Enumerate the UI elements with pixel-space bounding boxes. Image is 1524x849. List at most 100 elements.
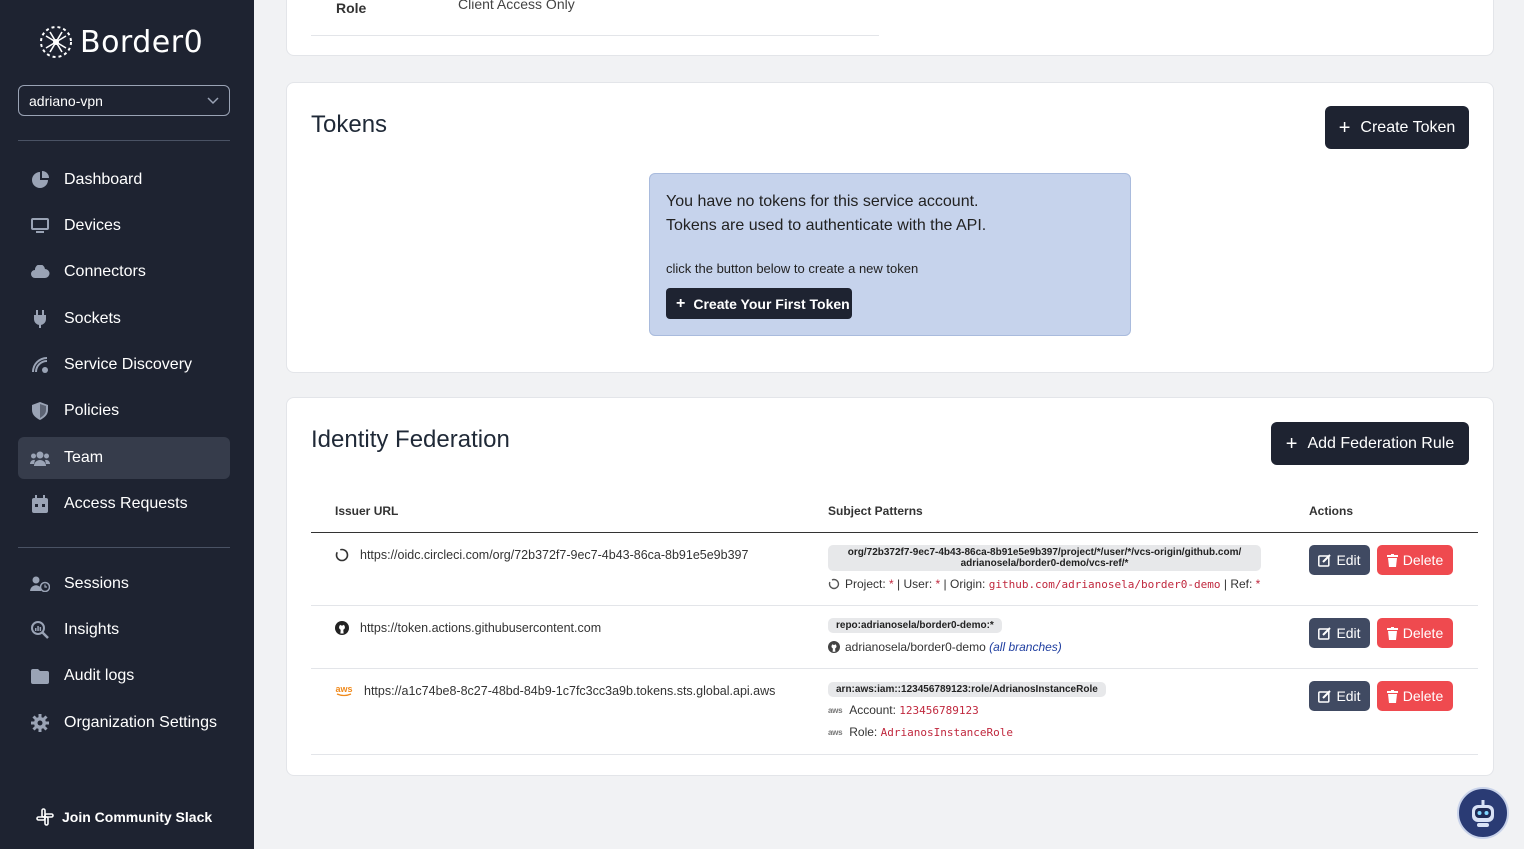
sidebar-item-label: Access Requests <box>64 495 188 512</box>
plus-icon: + <box>1285 432 1298 455</box>
sidebar-item-connectors[interactable]: Connectors <box>18 251 230 293</box>
aws-icon: aws <box>828 727 843 737</box>
aws-icon-text: aws <box>335 684 353 694</box>
edit-icon <box>1318 626 1332 640</box>
delete-button[interactable]: Delete <box>1377 618 1453 648</box>
circleci-icon <box>335 548 349 562</box>
create-token-label: Create Token <box>1360 118 1456 136</box>
delete-label: Delete <box>1402 688 1444 704</box>
account-value: 123456789123 <box>899 703 979 717</box>
table-header-divider <box>311 532 1478 533</box>
edit-label: Edit <box>1336 552 1361 568</box>
separator: | <box>897 577 901 591</box>
sidebar-item-label: Sockets <box>64 310 121 327</box>
border0-logo-icon <box>40 26 72 58</box>
delete-label: Delete <box>1402 625 1444 641</box>
sidebar-item-access-requests[interactable]: Access Requests <box>18 483 230 525</box>
aws-icon: aws <box>828 705 843 715</box>
sidebar-item-policies[interactable]: Policies <box>18 390 230 432</box>
edit-button[interactable]: Edit <box>1309 545 1370 575</box>
federation-title: Identity Federation <box>311 426 510 453</box>
repo-name: adrianosela/border0-demo <box>845 640 986 654</box>
delete-button[interactable]: Delete <box>1377 681 1453 711</box>
role-label: Role <box>336 0 367 16</box>
sidebar-item-sockets[interactable]: Sockets <box>18 298 230 340</box>
cloud-icon <box>30 262 50 282</box>
robot-icon <box>1472 800 1494 827</box>
sidebar-item-sessions[interactable]: Sessions <box>18 563 230 605</box>
radar-icon <box>30 355 50 375</box>
column-header-actions: Actions <box>1309 504 1354 518</box>
project-label: Project: <box>845 577 886 591</box>
no-tokens-message: You have no tokens for this service acco… <box>666 193 979 210</box>
subject-pattern-line: org/72b372f7-9ec7-4b43-86ca-8b91e5e9b397… <box>847 547 1242 558</box>
sidebar-item-label: Devices <box>64 217 121 234</box>
edit-button[interactable]: Edit <box>1309 618 1370 648</box>
subject-pattern-badge: arn:aws:iam::123456789123:role/AdrianosI… <box>828 682 1106 697</box>
edit-button[interactable]: Edit <box>1309 681 1370 711</box>
row-divider <box>311 754 1478 755</box>
join-slack-link[interactable]: Join Community Slack <box>36 808 212 826</box>
org-selector-value: adriano-vpn <box>29 92 103 109</box>
chatbot-launcher[interactable] <box>1457 787 1509 839</box>
add-federation-rule-button[interactable]: + Add Federation Rule <box>1271 422 1469 465</box>
trash-icon <box>1386 626 1398 640</box>
sidebar-item-organization-settings[interactable]: Organization Settings <box>18 702 230 744</box>
sidebar-item-service-discovery[interactable]: Service Discovery <box>18 344 230 386</box>
aws-icon: aws <box>335 684 353 698</box>
plus-icon: + <box>676 294 686 312</box>
column-header-issuer-url[interactable]: Issuer URL <box>335 504 398 518</box>
sidebar-item-devices[interactable]: Devices <box>18 205 230 247</box>
service-account-details-card: Role Client Access Only <box>286 0 1494 56</box>
edit-label: Edit <box>1336 688 1361 704</box>
shield-icon <box>30 401 50 421</box>
branches-link[interactable]: (all branches) <box>989 640 1062 654</box>
plus-icon: + <box>1338 116 1351 139</box>
divider <box>311 35 879 36</box>
delete-button[interactable]: Delete <box>1377 545 1453 575</box>
origin-label: Origin: <box>950 577 986 591</box>
sidebar-item-label: Team <box>64 449 104 466</box>
edit-label: Edit <box>1336 625 1361 641</box>
slack-icon <box>36 808 54 826</box>
chevron-down-icon <box>207 96 219 104</box>
sidebar-item-label: Audit logs <box>64 667 135 684</box>
ref-value: * <box>1255 577 1261 591</box>
create-token-hint: click the button below to create a new t… <box>666 261 919 276</box>
github-icon <box>828 641 840 653</box>
create-token-button[interactable]: + Create Token <box>1325 106 1469 149</box>
create-first-token-button[interactable]: + Create Your First Token <box>666 288 852 319</box>
sidebar-item-audit-logs[interactable]: Audit logs <box>18 655 230 697</box>
no-tokens-alert: You have no tokens for this service acco… <box>649 173 1131 336</box>
sidebar-item-label: Insights <box>64 621 120 638</box>
github-icon <box>335 621 349 635</box>
issuer-url: https://a1c74be8-8c27-48bd-84b9-1c7fc3cc… <box>364 684 776 698</box>
sidebar-item-dashboard[interactable]: Dashboard <box>18 159 230 201</box>
column-header-subject-patterns[interactable]: Subject Patterns <box>828 504 923 518</box>
user-clock-icon <box>30 574 50 594</box>
subject-pattern-badge: repo:adrianosela/border0-demo:* <box>828 618 1002 633</box>
issuer-url: https://oidc.circleci.com/org/72b372f7-9… <box>360 548 749 562</box>
edit-icon <box>1318 553 1332 567</box>
org-selector[interactable]: adriano-vpn <box>18 85 230 116</box>
tokens-title: Tokens <box>311 111 388 138</box>
gear-icon <box>30 713 50 733</box>
sidebar-item-insights[interactable]: Insights <box>18 609 230 651</box>
separator: | <box>943 577 947 591</box>
join-slack-label: Join Community Slack <box>62 809 213 825</box>
search-chart-icon <box>30 620 50 640</box>
edit-icon <box>1318 689 1332 703</box>
role-label: Role: <box>849 725 878 739</box>
table-row-issuer: https://token.actions.githubusercontent.… <box>335 621 601 635</box>
users-icon <box>30 448 50 468</box>
sidebar-divider <box>18 140 230 141</box>
sidebar-item-label: Dashboard <box>64 171 143 188</box>
add-federation-rule-label: Add Federation Rule <box>1307 434 1455 452</box>
brand-logo[interactable]: Border0 <box>38 24 203 60</box>
subject-pattern-line: adrianosela/border0-demo/vcs-ref/* <box>960 558 1129 569</box>
aws-account-detail: aws Account: 123456789123 <box>828 703 979 717</box>
sidebar-item-team[interactable]: Team <box>18 437 230 479</box>
row-divider <box>311 668 1478 669</box>
tokens-explanation: Tokens are used to authenticate with the… <box>666 217 987 234</box>
user-value: * <box>935 577 941 591</box>
